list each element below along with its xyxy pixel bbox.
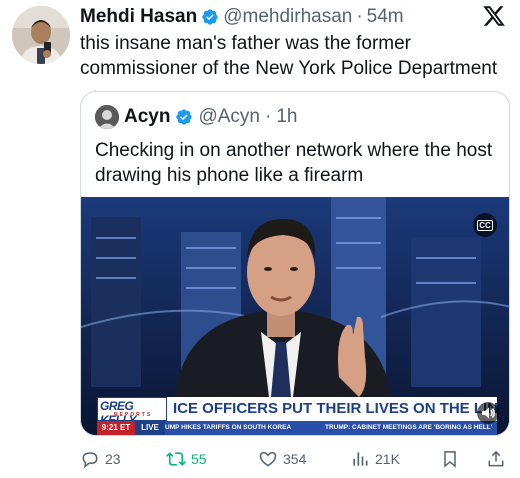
like-button[interactable]: 354 <box>258 447 306 471</box>
show-logo-subtext: REPORTS <box>114 412 153 418</box>
reply-icon <box>82 452 98 469</box>
author-avatar[interactable] <box>12 6 70 64</box>
share-icon <box>488 450 504 467</box>
verified-badge-icon <box>176 109 193 125</box>
share-button[interactable] <box>486 447 506 471</box>
retweet-button[interactable]: 55 <box>166 447 207 471</box>
author-handle[interactable]: @mehdirhasan <box>223 6 352 28</box>
sound-icon <box>482 407 495 419</box>
quote-author-avatar[interactable] <box>95 105 119 129</box>
tweet-time[interactable]: 54m <box>367 6 404 28</box>
quoted-tweet[interactable]: Acyn @Acyn · 1h Checking in on another n… <box>80 91 510 436</box>
action-bar: 23 55 354 21K <box>80 447 510 471</box>
chyron-headline: ICE OFFICERS PUT THEIR LIVES ON THE LINE <box>167 397 497 421</box>
x-logo-icon[interactable] <box>482 4 506 28</box>
bookmark-button[interactable] <box>440 447 460 471</box>
quote-author-handle[interactable]: @Acyn <box>198 106 260 128</box>
cc-icon: CC <box>477 219 493 231</box>
like-icon <box>259 451 277 467</box>
quote-author-name[interactable]: Acyn <box>124 106 170 128</box>
ticker-item: UMP HIKES TARIFFS ON SOUTH KOREA <box>165 424 292 431</box>
tweet-header: Mehdi Hasan @mehdirhasan · 54m <box>80 4 404 30</box>
bookmark-icon <box>444 451 456 468</box>
quote-header: Acyn @Acyn · 1h <box>95 104 297 130</box>
chyron-clock: 9:21 ET <box>97 421 135 435</box>
quote-text: Checking in on another network where the… <box>95 140 493 186</box>
tweet[interactable]: Mehdi Hasan @mehdirhasan · 54m this insa… <box>0 0 520 478</box>
views-count: 21K <box>375 451 400 467</box>
quote-avatar-image <box>95 105 119 129</box>
author-name[interactable]: Mehdi Hasan <box>80 6 197 28</box>
news-chyron: GREG KELLY REPORTS ICE OFFICERS PUT THEI… <box>81 397 509 435</box>
separator-dot: · <box>265 106 272 127</box>
live-badge: LIVE <box>135 421 165 435</box>
quote-time[interactable]: 1h <box>276 106 297 128</box>
captions-button[interactable]: CC <box>473 213 497 237</box>
sound-button[interactable] <box>477 402 499 424</box>
views-button[interactable]: 21K <box>350 447 400 471</box>
like-count: 354 <box>283 451 307 467</box>
ticker-item: TRUMP: CABINET MEETINGS ARE 'BORING AS H… <box>324 424 493 431</box>
separator-dot: · <box>356 6 363 27</box>
retweet-count: 55 <box>191 451 207 467</box>
news-ticker: UMP HIKES TARIFFS ON SOUTH KOREA TRUMP: … <box>165 421 497 435</box>
show-logo: GREG KELLY REPORTS <box>97 397 167 427</box>
reply-count: 23 <box>105 451 121 467</box>
tweet-text: this insane man's father was the former … <box>80 33 498 79</box>
verified-badge-icon <box>202 9 218 25</box>
reply-button[interactable]: 23 <box>80 447 121 471</box>
views-icon <box>353 452 368 466</box>
retweet-icon <box>166 452 186 466</box>
video-player[interactable]: CC GREG KELLY REPORTS ICE OFFICERS PUT T… <box>81 197 509 435</box>
author-avatar-image <box>12 6 70 64</box>
